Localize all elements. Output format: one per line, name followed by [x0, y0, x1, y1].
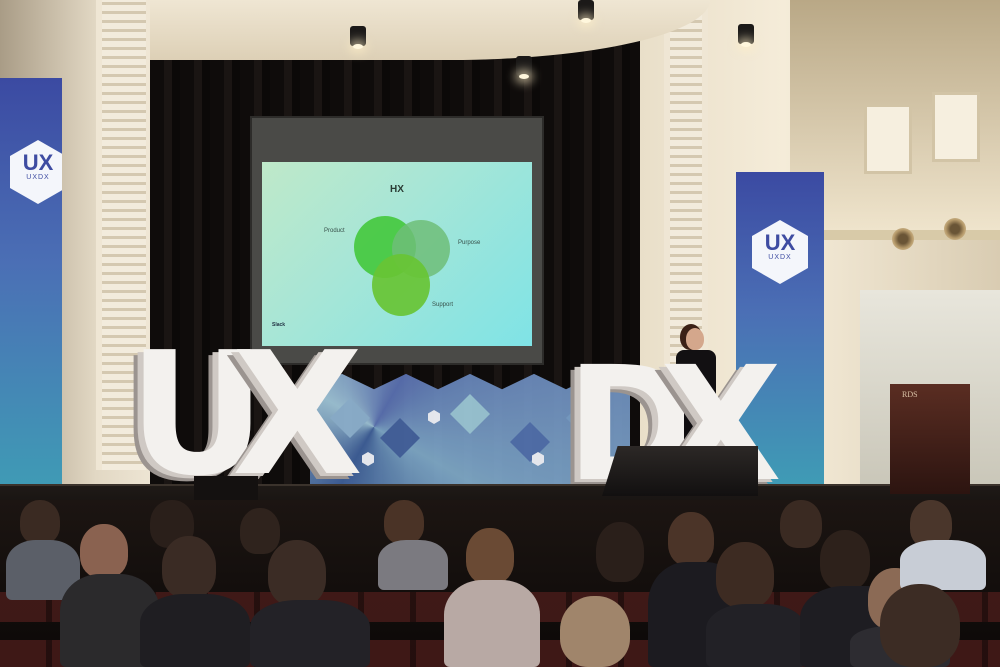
- venn-circle-support: [372, 254, 430, 316]
- slide-label-product: Product: [324, 228, 345, 234]
- audience-member-head: [80, 524, 128, 578]
- audience-member-head: [880, 584, 960, 667]
- audience-member-head: [20, 500, 60, 544]
- logo-caption: UXDX: [26, 174, 50, 181]
- logo-mark: UX: [764, 230, 796, 255]
- stage-light: [578, 0, 594, 23]
- slide-label-purpose: Purpose: [458, 240, 481, 246]
- geo-tile: [450, 394, 490, 434]
- slide-label-support: Support: [432, 302, 454, 308]
- geo-tile: [380, 418, 420, 458]
- logo-caption: UXDX: [768, 254, 792, 261]
- conference-hall-photo: HX Product Purpose Support Slack UX UXDX…: [0, 0, 1000, 667]
- audience-member-body: [900, 540, 986, 590]
- audience-member-body: [706, 604, 806, 667]
- lectern-label: RDS: [902, 390, 918, 399]
- stage-monitor-speaker: [602, 446, 758, 496]
- audience-member-head: [240, 508, 280, 554]
- audience-member-head: [716, 542, 774, 608]
- logo-mark: UX: [22, 150, 54, 175]
- balcony-panel: [864, 104, 912, 174]
- audience: [0, 500, 1000, 667]
- geo-tile: [510, 422, 550, 462]
- balcony-panel: [932, 92, 980, 162]
- audience-member-head: [384, 500, 424, 544]
- stage-letter-x: X: [232, 316, 364, 514]
- uxdx-hexagon-logo: UX UXDX: [752, 220, 808, 284]
- audience-member-body: [250, 600, 370, 667]
- uxdx-mini-logo: [428, 410, 440, 424]
- audience-member-head: [668, 512, 714, 566]
- stage-light: [516, 56, 532, 79]
- left-uxdx-banner: UX UXDX: [0, 78, 62, 488]
- audience-member-head: [820, 530, 870, 590]
- stage-light: [350, 26, 366, 49]
- stage-light: [738, 24, 754, 47]
- vent-rosette: [892, 228, 914, 250]
- audience-member-body: [378, 540, 448, 590]
- vent-rosette: [944, 218, 966, 240]
- lectern: RDS: [890, 384, 970, 494]
- audience-member-body: [140, 594, 250, 667]
- audience-member-body: [444, 580, 540, 667]
- uxdx-hexagon-logo: UX UXDX: [10, 140, 62, 204]
- audience-member-head: [162, 536, 216, 598]
- audience-member-head: [780, 500, 822, 548]
- audience-member-head: [466, 528, 514, 584]
- uxdx-mini-logo: [362, 452, 374, 466]
- audience-member-head: [596, 522, 644, 582]
- slide-title: HX: [390, 184, 404, 195]
- audience-member-head: [560, 596, 630, 667]
- audience-member-head: [268, 540, 326, 606]
